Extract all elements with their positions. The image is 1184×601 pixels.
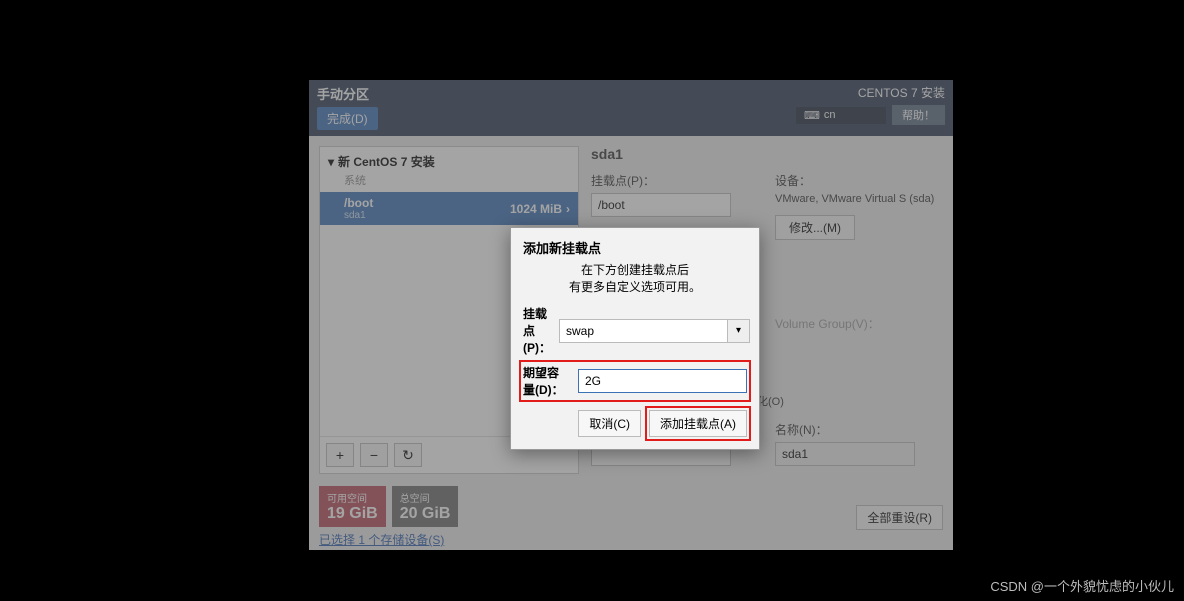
vg-label: Volume Group(V)： [775, 315, 939, 332]
tree-subheader: 系统 [320, 172, 578, 192]
detail-title: sda1 [591, 146, 939, 162]
help-button[interactable]: 帮助！ [892, 105, 945, 125]
total-space-box: 总空间 20 GiB [392, 486, 459, 527]
add-mountpoint-button[interactable]: 添加挂载点(A) [649, 410, 747, 437]
dialog-mount-label: 挂载点(P)： [523, 305, 551, 356]
dialog-mount-combo[interactable]: ▾ [559, 319, 750, 343]
keyboard-indicator[interactable]: ⌨ cn [796, 107, 886, 124]
cancel-button[interactable]: 取消(C) [578, 410, 641, 437]
watermark: CSDN @一个外貌忧虑的小伙儿 [990, 576, 1174, 595]
partition-device: sda1 [344, 210, 373, 221]
page-title: 手动分区 [317, 84, 378, 103]
partition-row-boot[interactable]: /boot sda1 1024 MiB › [320, 192, 578, 225]
add-partition-button[interactable]: + [326, 443, 354, 467]
devices-value: VMware, VMware Virtual S (sda) [775, 193, 939, 205]
mount-label: 挂载点(P)： [591, 172, 755, 189]
reload-button[interactable]: ↻ [394, 443, 422, 467]
modify-button[interactable]: 修改...(M) [775, 215, 855, 240]
dropdown-icon[interactable]: ▾ [728, 319, 750, 343]
remove-partition-button[interactable]: − [360, 443, 388, 467]
name-input[interactable] [775, 442, 915, 466]
add-mountpoint-dialog: 添加新挂载点 在下方创建挂载点后 有更多自定义选项可用。 挂载点(P)： ▾ 期… [510, 227, 760, 450]
reset-all-button[interactable]: 全部重设(R) [856, 505, 943, 530]
footer: 可用空间 19 GiB 总空间 20 GiB 已选择 1 个存储设备(S) 全部… [309, 480, 953, 559]
done-button[interactable]: 完成(D) [317, 107, 378, 130]
chevron-down-icon: ▾ [328, 155, 334, 169]
available-space-box: 可用空间 19 GiB [319, 486, 386, 527]
devices-label: 设备： [775, 172, 939, 189]
name-label: 名称(N)： [775, 421, 939, 438]
dialog-title: 添加新挂载点 [523, 238, 747, 257]
header-bar: 手动分区 完成(D) CENTOS 7 安装 ⌨ cn 帮助！ [309, 80, 953, 136]
storage-devices-link[interactable]: 已选择 1 个存储设备(S) [319, 531, 444, 548]
chevron-right-icon: › [566, 202, 570, 216]
dialog-size-label: 期望容量(D)： [523, 364, 570, 398]
dialog-size-field[interactable] [578, 369, 747, 393]
dialog-size-input[interactable] [578, 369, 747, 393]
tree-header[interactable]: ▾ 新 CentOS 7 安装 [320, 147, 578, 172]
installer-name: CENTOS 7 安装 [858, 84, 945, 101]
dialog-mount-input[interactable] [559, 319, 728, 343]
dialog-size-row: 期望容量(D)： [519, 360, 751, 402]
dialog-message: 在下方创建挂载点后 有更多自定义选项可用。 [523, 261, 747, 295]
mount-input[interactable] [591, 193, 731, 217]
keyboard-icon: ⌨ [804, 109, 820, 122]
partition-mount: /boot [344, 196, 373, 210]
partition-size: 1024 MiB › [510, 202, 570, 216]
